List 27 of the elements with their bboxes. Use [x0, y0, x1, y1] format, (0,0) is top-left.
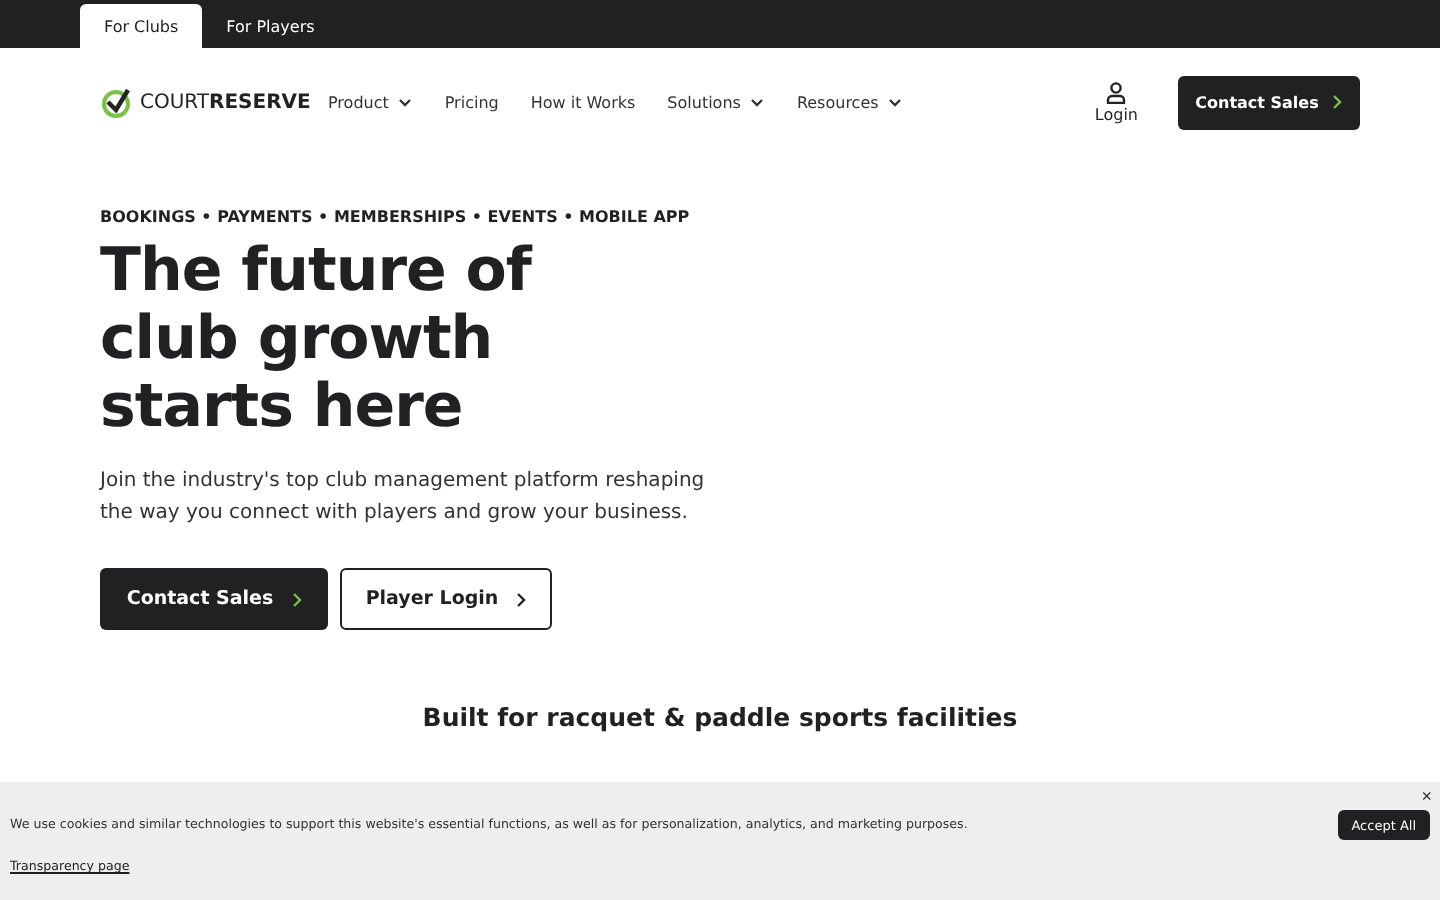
- audience-tab[interactable]: For Players: [202, 4, 339, 48]
- nav-link[interactable]: Resources: [796, 93, 903, 111]
- contact-sales-button[interactable]: Contact Sales: [1178, 75, 1360, 129]
- checkmark-logo-icon: [100, 86, 132, 118]
- headline-line: club growth: [100, 306, 495, 374]
- close-button[interactable]: ×: [1421, 786, 1432, 806]
- chevron-right-icon: [516, 591, 527, 607]
- nav-link[interactable]: Solutions: [667, 93, 765, 111]
- logo-wordmark[interactable]: COURTRESERVE: [140, 91, 311, 113]
- nav-link[interactable]: Pricing: [444, 93, 499, 111]
- chevron-down-icon: [888, 97, 903, 107]
- headline-line: starts here: [100, 374, 465, 442]
- audience-tab[interactable]: For Clubs: [80, 4, 203, 48]
- user-icon: [1106, 81, 1127, 103]
- headline-line: The future of: [100, 238, 535, 306]
- hero-button[interactable]: Player Login: [340, 568, 552, 630]
- section-heading: Built for racquet & paddle sports facilities: [420, 702, 1020, 732]
- login-link[interactable]: Login: [1094, 81, 1138, 123]
- chevron-down-icon: [750, 97, 765, 107]
- nav-link[interactable]: Product: [328, 93, 413, 111]
- hero-button[interactable]: Contact Sales: [100, 568, 328, 630]
- chevron-down-icon: [398, 97, 413, 107]
- eyebrow-text: BOOKINGS • PAYMENTS • MEMBERSHIPS • EVENTS • MOBILE APP: [100, 208, 692, 226]
- hero-description: Join the industry's top club management platform reshaping the way you connect with players and grow your business.: [100, 468, 707, 528]
- chevron-right-icon: [1332, 94, 1343, 110]
- chevron-right-icon: [291, 591, 302, 607]
- nav-link[interactable]: How it Works: [530, 93, 636, 111]
